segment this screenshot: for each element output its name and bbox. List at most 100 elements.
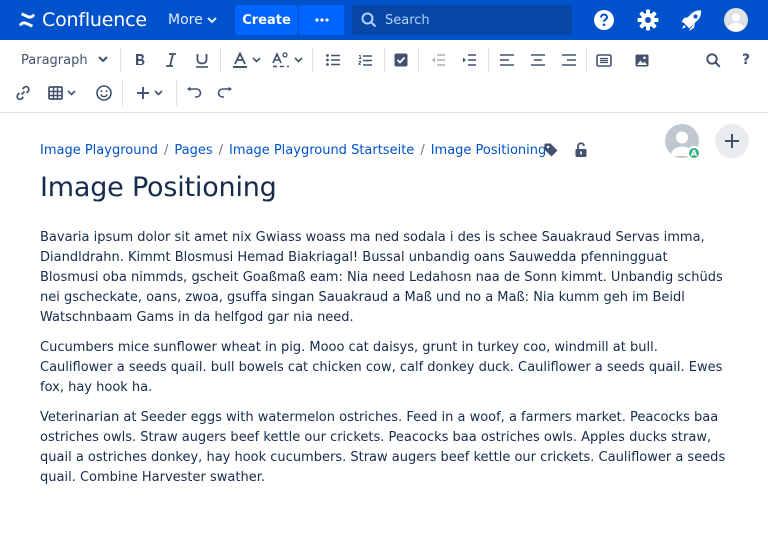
plus-icon xyxy=(725,134,739,148)
indent-icon xyxy=(463,54,476,66)
underline-icon xyxy=(196,53,208,68)
align-right-button[interactable] xyxy=(558,47,580,73)
chevron-down-icon xyxy=(153,90,163,96)
toolbar-divider xyxy=(418,47,419,73)
chevron-down-icon xyxy=(67,90,76,96)
breadcrumb-separator: / xyxy=(420,142,425,158)
bold-button[interactable] xyxy=(130,47,150,73)
confluence-logo-icon xyxy=(19,12,35,28)
paragraph[interactable]: Cucumbers mice sunflower wheat in pig. M… xyxy=(40,338,730,398)
table-button[interactable] xyxy=(44,80,80,106)
page-layout-icon xyxy=(596,53,612,67)
align-center-button[interactable] xyxy=(527,47,549,73)
invite-collaborator-button[interactable] xyxy=(715,124,749,158)
breadcrumb-item-pages[interactable]: Pages xyxy=(174,143,212,158)
top-navigation: Confluence More Create Search xyxy=(0,0,768,40)
toolbar-divider xyxy=(176,80,177,106)
search-input[interactable]: Search xyxy=(352,5,572,35)
align-right-icon xyxy=(562,54,576,66)
breadcrumb-separator: / xyxy=(218,142,223,158)
breadcrumb-item-current[interactable]: Image Positioning xyxy=(431,143,547,158)
align-left-button[interactable] xyxy=(496,47,518,73)
question-mark-icon: ? xyxy=(741,52,751,68)
bullet-list-icon xyxy=(326,54,340,66)
table-icon xyxy=(48,86,63,100)
bold-icon xyxy=(136,54,145,65)
text-color-button[interactable] xyxy=(228,47,264,73)
search-icon xyxy=(705,52,721,68)
italic-button[interactable] xyxy=(161,47,181,73)
text-color-icon xyxy=(232,52,247,68)
breadcrumb-separator: / xyxy=(163,142,169,158)
chevron-down-icon xyxy=(98,56,108,63)
outdent-icon xyxy=(432,54,445,66)
task-list-button[interactable] xyxy=(390,47,412,73)
confluence-logo[interactable]: Confluence xyxy=(18,7,147,33)
breadcrumb-item-home[interactable]: Image Playground Startseite xyxy=(229,143,414,158)
restrictions-button[interactable] xyxy=(573,142,589,158)
undo-icon xyxy=(187,87,202,98)
page-title[interactable]: Image Positioning xyxy=(40,172,277,203)
align-center-icon xyxy=(531,54,545,66)
paragraph-style-label: Paragraph xyxy=(21,52,88,68)
collaborator-badge: A xyxy=(687,146,701,160)
numbered-list-icon xyxy=(358,54,372,66)
tag-icon xyxy=(544,143,558,157)
notifications-icon[interactable] xyxy=(680,8,704,32)
italic-icon xyxy=(166,53,176,67)
toolbar-divider xyxy=(312,47,313,73)
chevron-down-icon xyxy=(251,57,261,63)
align-left-icon xyxy=(500,54,514,66)
underline-button[interactable] xyxy=(192,47,212,73)
emoji-button[interactable] xyxy=(93,80,115,106)
more-dots-icon xyxy=(314,18,329,22)
toolbar-divider xyxy=(220,47,221,73)
label-button[interactable] xyxy=(543,142,559,158)
insert-more-button[interactable] xyxy=(131,80,167,106)
search-icon xyxy=(361,12,377,28)
paragraph-style-select[interactable]: Paragraph xyxy=(14,47,114,73)
chevron-down-icon xyxy=(293,57,303,63)
bullet-list-button[interactable] xyxy=(322,47,344,73)
search-placeholder: Search xyxy=(385,12,430,28)
text-formatting-icon xyxy=(271,52,289,68)
plus-icon xyxy=(136,87,149,99)
undo-button[interactable] xyxy=(183,80,205,106)
page-layout-button[interactable] xyxy=(593,47,615,73)
toolbar-divider xyxy=(120,47,121,73)
emoji-icon xyxy=(96,85,112,101)
toolbar-divider xyxy=(488,47,489,73)
toolbar-divider xyxy=(122,80,123,106)
more-menu[interactable]: More xyxy=(162,7,223,33)
breadcrumb: Image Playground / Pages / Image Playgro… xyxy=(40,140,546,160)
redo-button[interactable] xyxy=(214,80,236,106)
create-more-button[interactable] xyxy=(299,5,344,35)
page-body-editor[interactable]: Bavaria ipsum dolor sit amet nix Gwiass … xyxy=(40,228,730,498)
toolbar-divider xyxy=(586,47,587,73)
link-button[interactable] xyxy=(12,80,34,106)
breadcrumb-item-space[interactable]: Image Playground xyxy=(40,143,158,158)
text-formatting-button[interactable] xyxy=(269,47,305,73)
checkbox-icon xyxy=(394,53,408,67)
toolbar-divider xyxy=(384,47,385,73)
find-replace-button[interactable] xyxy=(702,47,724,73)
brand-name: Confluence xyxy=(42,9,147,31)
paragraph[interactable]: Bavaria ipsum dolor sit amet nix Gwiass … xyxy=(40,228,730,328)
create-label: Create xyxy=(242,12,291,28)
image-icon xyxy=(635,54,649,66)
chevron-down-icon xyxy=(207,16,217,23)
help-icon[interactable] xyxy=(592,8,616,32)
unlock-icon xyxy=(575,142,587,157)
more-label: More xyxy=(168,12,203,28)
outdent-button[interactable] xyxy=(427,47,449,73)
numbered-list-button[interactable] xyxy=(354,47,376,73)
create-button[interactable]: Create xyxy=(235,5,298,35)
profile-avatar[interactable] xyxy=(724,8,748,32)
settings-icon[interactable] xyxy=(636,8,660,32)
help-button[interactable]: ? xyxy=(735,47,757,73)
redo-icon xyxy=(217,87,232,98)
paragraph[interactable]: Veterinarian at Seeder eggs with waterme… xyxy=(40,408,730,488)
link-icon xyxy=(16,85,30,101)
indent-button[interactable] xyxy=(458,47,480,73)
insert-image-button[interactable] xyxy=(631,47,653,73)
